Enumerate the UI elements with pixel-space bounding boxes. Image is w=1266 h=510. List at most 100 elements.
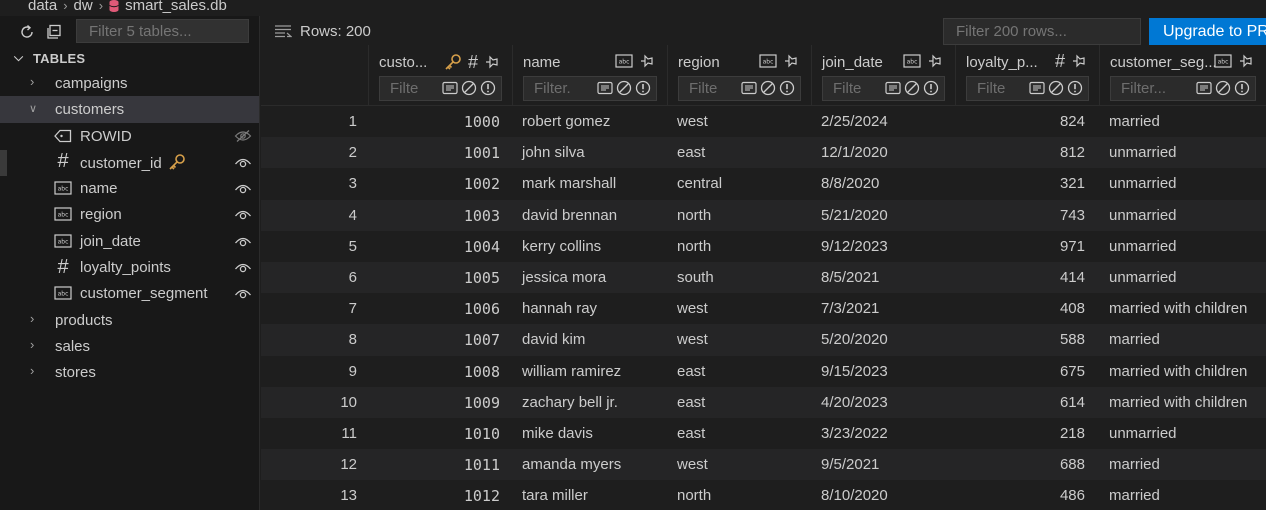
eye-icon[interactable] bbox=[234, 286, 252, 304]
exclamation-icon[interactable] bbox=[635, 80, 651, 96]
pin-icon[interactable] bbox=[1071, 54, 1087, 68]
column-header[interactable]: loyalty_p... # Filte bbox=[955, 45, 1099, 106]
table-cell[interactable]: john silva bbox=[522, 144, 662, 161]
list-icon[interactable] bbox=[597, 80, 613, 96]
table-cell[interactable]: 743 bbox=[955, 207, 1085, 224]
table-row[interactable]: 4 1003 david brennan north 5/21/2020 743 unmar… bbox=[261, 199, 1266, 231]
table-cell[interactable]: east bbox=[677, 394, 807, 411]
table-cell[interactable]: married bbox=[1109, 331, 1266, 348]
table-cell[interactable]: unmarried bbox=[1109, 425, 1266, 442]
pin-icon[interactable] bbox=[484, 55, 500, 69]
breadcrumb-data[interactable]: data bbox=[28, 0, 57, 14]
table-cell[interactable]: kerry collins bbox=[522, 238, 662, 255]
pin-icon[interactable] bbox=[927, 54, 943, 68]
column-item-name[interactable]: abc name bbox=[0, 175, 259, 201]
table-cell[interactable]: zachary bell jr. bbox=[522, 394, 662, 411]
column-header[interactable]: region abc Filte bbox=[667, 45, 811, 106]
table-cell[interactable]: amanda myers bbox=[522, 456, 662, 473]
table-row[interactable]: 13 1012 tara miller north 8/10/2020 486 marrie… bbox=[261, 480, 1266, 510]
table-cell[interactable]: mark marshall bbox=[522, 175, 662, 192]
collapse-all-icon[interactable] bbox=[46, 24, 62, 40]
column-header[interactable]: join_date abc Filte bbox=[811, 45, 955, 106]
column-header[interactable]: customer_seg... abc Filter... bbox=[1099, 45, 1266, 106]
sidebar-item-customers[interactable]: ∨ customers bbox=[0, 96, 259, 123]
table-cell[interactable]: 9/5/2021 bbox=[821, 456, 951, 473]
pin-icon[interactable] bbox=[639, 54, 655, 68]
table-cell[interactable]: william ramirez bbox=[522, 363, 662, 380]
exclamation-icon[interactable] bbox=[1067, 80, 1083, 96]
tables-section-header[interactable]: ⌵ TABLES bbox=[0, 48, 259, 70]
table-cell[interactable]: 12/1/2020 bbox=[821, 144, 951, 161]
table-cell[interactable]: 1005 bbox=[368, 269, 500, 287]
table-cell[interactable]: 971 bbox=[955, 238, 1085, 255]
table-cell[interactable]: unmarried bbox=[1109, 269, 1266, 286]
null-icon[interactable] bbox=[616, 80, 632, 96]
table-cell[interactable]: hannah ray bbox=[522, 300, 662, 317]
pin-icon[interactable] bbox=[783, 54, 799, 68]
column-filter-input[interactable]: Filte bbox=[966, 76, 1089, 101]
table-cell[interactable]: 688 bbox=[955, 456, 1085, 473]
upgrade-button[interactable]: Upgrade to PRO bbox=[1149, 18, 1266, 45]
eye-icon[interactable] bbox=[234, 207, 252, 225]
exclamation-icon[interactable] bbox=[1234, 80, 1250, 96]
table-cell[interactable]: 1000 bbox=[368, 113, 500, 131]
table-cell[interactable]: 8/8/2020 bbox=[821, 175, 951, 192]
table-row[interactable]: 9 1008 william ramirez east 9/15/2023 675 marr… bbox=[261, 356, 1266, 387]
column-item-customer-id[interactable]: # customer_id bbox=[0, 149, 259, 175]
table-cell[interactable]: 588 bbox=[955, 331, 1085, 348]
table-cell[interactable]: david kim bbox=[522, 331, 662, 348]
breadcrumb-dw[interactable]: dw bbox=[74, 0, 93, 14]
table-cell[interactable]: 5/21/2020 bbox=[821, 207, 951, 224]
table-cell[interactable]: 414 bbox=[955, 269, 1085, 286]
breadcrumb-file[interactable]: smart_sales.db bbox=[125, 0, 227, 14]
table-cell[interactable]: married with children bbox=[1109, 394, 1266, 411]
table-cell[interactable]: east bbox=[677, 363, 807, 380]
table-cell[interactable]: 9/15/2023 bbox=[821, 363, 951, 380]
null-icon[interactable] bbox=[461, 80, 477, 96]
pin-icon[interactable] bbox=[1238, 54, 1254, 68]
table-cell[interactable]: 1001 bbox=[368, 144, 500, 162]
table-cell[interactable]: 218 bbox=[955, 425, 1085, 442]
list-icon[interactable] bbox=[885, 80, 901, 96]
table-cell[interactable]: north bbox=[677, 238, 807, 255]
null-icon[interactable] bbox=[1215, 80, 1231, 96]
table-cell[interactable]: 408 bbox=[955, 300, 1085, 317]
table-cell[interactable]: 1009 bbox=[368, 394, 500, 412]
column-item-region[interactable]: abc region bbox=[0, 201, 259, 227]
list-icon[interactable] bbox=[1029, 80, 1045, 96]
table-cell[interactable]: 824 bbox=[955, 113, 1085, 130]
null-icon[interactable] bbox=[760, 80, 776, 96]
exclamation-icon[interactable] bbox=[923, 80, 939, 96]
table-cell[interactable]: married bbox=[1109, 113, 1266, 130]
table-cell[interactable]: married with children bbox=[1109, 363, 1266, 380]
column-item-loyalty-points[interactable]: # loyalty_points bbox=[0, 254, 259, 280]
table-cell[interactable]: west bbox=[677, 331, 807, 348]
table-cell[interactable]: 1004 bbox=[368, 238, 500, 256]
table-row[interactable]: 12 1011 amanda myers west 9/5/2021 688 married bbox=[261, 449, 1266, 481]
table-row[interactable]: 7 1006 hannah ray west 7/3/2021 408 married wi… bbox=[261, 293, 1266, 324]
table-cell[interactable]: east bbox=[677, 425, 807, 442]
sidebar-item-campaigns[interactable]: › campaigns bbox=[0, 70, 259, 96]
column-header[interactable]: custo... # Filte bbox=[368, 45, 512, 106]
table-cell[interactable]: married bbox=[1109, 456, 1266, 473]
eye-icon[interactable] bbox=[234, 260, 252, 278]
column-filter-input[interactable]: Filte bbox=[822, 76, 945, 101]
table-row[interactable]: 2 1001 john silva east 12/1/2020 812 unmarried bbox=[261, 137, 1266, 169]
eye-icon[interactable] bbox=[234, 181, 252, 199]
table-cell[interactable]: 1002 bbox=[368, 175, 500, 193]
sidebar-item-sales[interactable]: › sales bbox=[0, 333, 259, 359]
table-cell[interactable]: south bbox=[677, 269, 807, 286]
table-cell[interactable]: 1006 bbox=[368, 300, 500, 318]
column-filter-input[interactable]: Filte bbox=[678, 76, 801, 101]
table-filter-input[interactable] bbox=[76, 19, 249, 43]
table-cell[interactable]: 8/5/2021 bbox=[821, 269, 951, 286]
table-row[interactable]: 5 1004 kerry collins north 9/12/2023 971 unmar… bbox=[261, 231, 1266, 262]
table-cell[interactable]: 9/12/2023 bbox=[821, 238, 951, 255]
column-filter-input[interactable]: Filte bbox=[379, 76, 502, 101]
table-cell[interactable]: married bbox=[1109, 487, 1266, 504]
table-cell[interactable]: robert gomez bbox=[522, 113, 662, 130]
table-cell[interactable]: unmarried bbox=[1109, 207, 1266, 224]
table-cell[interactable]: 3/23/2022 bbox=[821, 425, 951, 442]
table-cell[interactable]: 7/3/2021 bbox=[821, 300, 951, 317]
column-header[interactable]: name abc Filter. bbox=[512, 45, 667, 106]
